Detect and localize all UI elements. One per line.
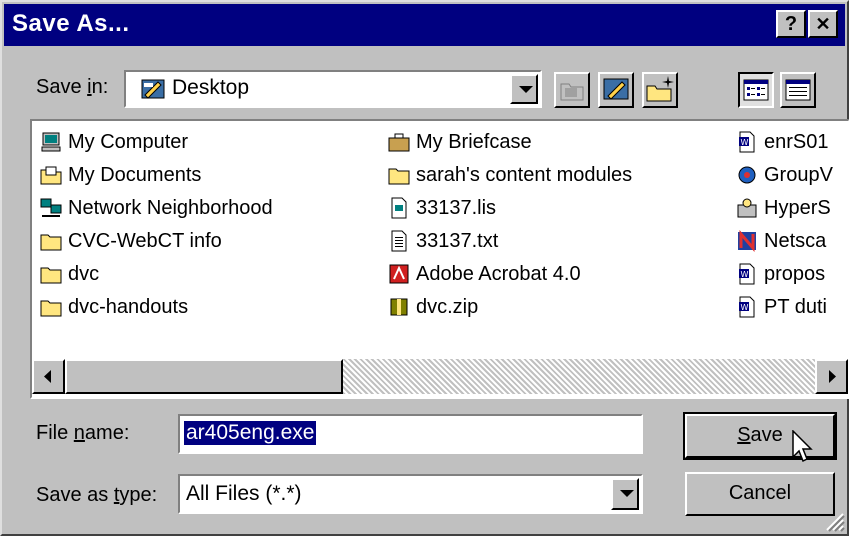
folder-icon <box>40 234 62 251</box>
file-name-value: ar405eng.exe <box>184 421 317 445</box>
new-folder-button[interactable] <box>642 72 678 108</box>
desktop-icon <box>603 78 629 100</box>
word-doc-icon: W <box>739 263 755 285</box>
scroll-thumb[interactable] <box>65 359 343 394</box>
computer-icon <box>41 132 61 152</box>
desktop-icon <box>141 79 165 99</box>
arrow-right-icon <box>829 370 836 383</box>
title-bar[interactable]: Save As... ? ✕ <box>4 4 845 46</box>
word-doc-icon: W <box>739 296 755 318</box>
scroll-left-button[interactable] <box>32 359 65 394</box>
file-name-label: File name: <box>36 422 130 444</box>
shortcut-icon <box>737 198 757 218</box>
help-button[interactable]: ? <box>776 10 806 38</box>
list-view-button[interactable] <box>738 72 774 108</box>
chevron-down-icon <box>620 490 634 497</box>
shortcut-icon <box>738 166 756 184</box>
acrobat-icon <box>389 264 409 284</box>
resize-grip-icon[interactable] <box>823 510 845 532</box>
scroll-right-button[interactable] <box>815 359 848 394</box>
svg-text:W: W <box>741 270 749 279</box>
desktop-button[interactable] <box>598 72 634 108</box>
folder-icon <box>388 168 410 185</box>
save-as-type-dropdown-button[interactable] <box>611 478 639 510</box>
dialog-title: Save As... <box>12 10 130 37</box>
svg-text:W: W <box>741 138 749 147</box>
list-view-icon <box>743 79 769 101</box>
save-in-combo[interactable]: Desktop <box>124 70 542 108</box>
file-icon <box>391 197 407 219</box>
briefcase-icon <box>388 133 410 152</box>
save-as-type-combo[interactable]: All Files (*.*) <box>178 474 643 514</box>
new-folder-icon <box>646 76 674 102</box>
mouse-cursor-icon <box>792 430 813 463</box>
save-in-dropdown-button[interactable] <box>510 74 538 104</box>
save-as-type-value: All Files (*.*) <box>186 482 302 505</box>
svg-text:W: W <box>741 303 749 312</box>
network-icon <box>40 198 62 217</box>
documents-folder-icon <box>40 166 62 185</box>
close-button[interactable]: ✕ <box>808 10 838 38</box>
details-view-icon <box>785 79 811 101</box>
zip-file-icon <box>390 298 408 316</box>
details-view-button[interactable] <box>780 72 816 108</box>
save-as-type-label: Save as type: <box>36 484 158 506</box>
text-file-icon <box>391 230 407 252</box>
file-list[interactable]: My Computer My Documents Network Neighbo… <box>30 119 849 399</box>
file-name-input[interactable]: ar405eng.exe <box>178 414 643 454</box>
folder-icon <box>40 267 62 284</box>
up-folder-icon <box>560 83 584 101</box>
save-in-value: Desktop <box>172 76 250 99</box>
save-as-dialog: Save As... ? ✕ Save in: Desktop My Compu… <box>0 0 849 536</box>
up-one-level-button[interactable] <box>554 72 590 108</box>
arrow-left-icon <box>44 370 51 383</box>
cancel-button[interactable]: Cancel <box>685 472 835 516</box>
folder-icon <box>40 300 62 317</box>
word-doc-icon: W <box>739 131 755 153</box>
horizontal-scrollbar[interactable] <box>32 359 848 394</box>
chevron-down-icon <box>519 86 533 93</box>
save-in-label: Save in: <box>36 76 109 98</box>
netscape-icon <box>738 230 756 252</box>
